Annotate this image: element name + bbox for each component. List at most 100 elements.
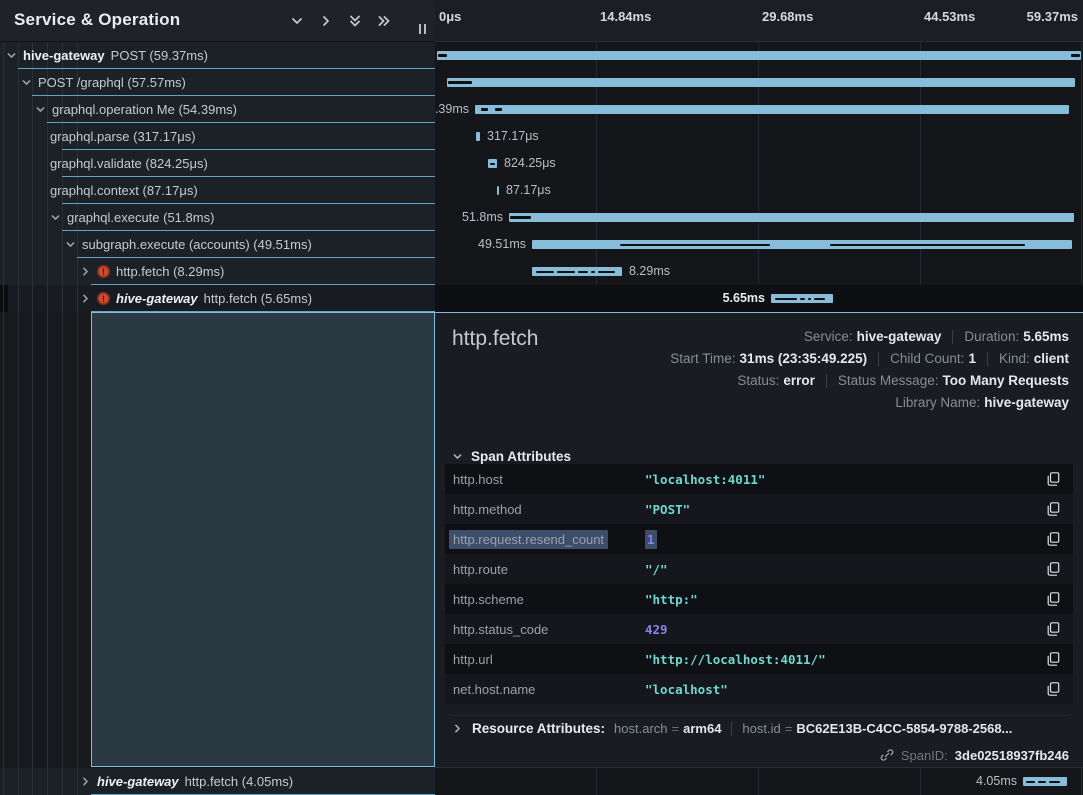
- double-chevron-right-icon[interactable]: [377, 14, 391, 28]
- meta-value: hive-gateway: [984, 395, 1069, 410]
- attribute-key: http.scheme: [453, 592, 524, 607]
- indent-guide: [47, 42, 48, 795]
- span-row-subgraph-execute-accounts-49-51ms[interactable]: subgraph.execute (accounts) (49.51ms): [0, 231, 435, 258]
- copy-icon[interactable]: [1047, 562, 1060, 576]
- attribute-row-http-route[interactable]: http.route"/": [445, 554, 1073, 584]
- span-bar[interactable]: [437, 51, 1081, 60]
- span-row-graphql-validate-824-25-s[interactable]: graphql.validate (824.25μs): [0, 150, 435, 177]
- copy-icon[interactable]: [1047, 682, 1060, 696]
- child-span-mark: [598, 271, 615, 273]
- waterfall-row-post-graphql-57-57ms[interactable]: [435, 69, 1083, 96]
- span-bar[interactable]: [532, 240, 1072, 249]
- span-id-footer: SpanID: 3de02518937fb246: [880, 742, 1069, 768]
- child-span-mark: [448, 81, 472, 84]
- span-duration-label: 49.51ms: [478, 231, 526, 258]
- span-row-hive-gateway-http-fetch-4-05ms[interactable]: hive-gatewayhttp.fetch (4.05ms): [0, 768, 435, 795]
- child-span-mark: [557, 271, 575, 273]
- span-bar[interactable]: [771, 294, 833, 303]
- waterfall-row-subgraph-execute-accounts-49-51ms[interactable]: 49.51ms: [435, 231, 1083, 258]
- resource-attributes-items: host.arch=arm64host.id=BC62E13B-C4CC-585…: [614, 720, 1012, 738]
- span-service-name: hive-gateway: [116, 291, 198, 306]
- waterfall-row-http-fetch-5-65ms[interactable]: 5.65ms: [435, 285, 1083, 312]
- span-duration-label: 51.8ms: [462, 204, 503, 231]
- waterfall-row-graphql-operation-me-54-39ms[interactable]: 54.39ms: [435, 96, 1083, 123]
- attribute-row-http-scheme[interactable]: http.scheme"http:": [445, 584, 1073, 614]
- copy-icon[interactable]: [1047, 502, 1060, 516]
- waterfall-row-graphql-execute-51-8ms[interactable]: 51.8ms: [435, 204, 1083, 231]
- span-row-hive-gateway-post-59-37ms[interactable]: hive-gatewayPOST (59.37ms): [0, 42, 435, 69]
- copy-icon[interactable]: [1047, 622, 1060, 636]
- waterfall-row-graphql-context-87-17-s[interactable]: 87.17μs: [435, 177, 1083, 204]
- span-row-graphql-parse-317-17-s[interactable]: graphql.parse (317.17μs): [0, 123, 435, 150]
- span-row-graphql-context-87-17-s[interactable]: graphql.context (87.17μs): [0, 177, 435, 204]
- attribute-row-http-method[interactable]: http.method"POST": [445, 494, 1073, 524]
- span-row-hive-gateway-http-fetch-5-65ms[interactable]: !hive-gatewayhttp.fetch (5.65ms): [0, 285, 435, 312]
- attribute-row-http-url[interactable]: http.url"http://localhost:4011/": [445, 644, 1073, 674]
- waterfall-row-post-59-37ms[interactable]: [435, 42, 1083, 69]
- copy-icon[interactable]: [1047, 652, 1060, 666]
- span-bar[interactable]: [497, 186, 499, 195]
- span-duration-label: 87.17μs: [506, 177, 551, 204]
- chevron-down-icon[interactable]: [290, 14, 304, 28]
- chevron-right-icon[interactable]: [319, 14, 333, 28]
- span-bar[interactable]: [475, 105, 1069, 114]
- error-icon: !: [97, 292, 110, 305]
- waterfall-row-graphql-parse-317-17-s[interactable]: 317.17μs: [435, 123, 1083, 150]
- meta-label: Service:: [804, 329, 853, 344]
- row-divider: [32, 95, 435, 96]
- span-bar[interactable]: [447, 78, 1075, 87]
- chevron-right-icon[interactable]: [80, 293, 91, 304]
- attribute-row-http-host[interactable]: http.host"localhost:4011": [445, 464, 1073, 494]
- span-bar[interactable]: [488, 159, 497, 168]
- waterfall-row-http-fetch-4-05ms[interactable]: 4.05ms: [435, 768, 1083, 795]
- chevron-right-icon[interactable]: [80, 776, 91, 787]
- row-divider: [91, 284, 435, 285]
- attribute-row-http-status-code[interactable]: http.status_code429: [445, 614, 1073, 644]
- indent-guide: [18, 42, 19, 795]
- resource-attributes-title: Resource Attributes:: [472, 721, 605, 736]
- row-divider: [77, 257, 435, 258]
- chevron-down-icon[interactable]: [35, 104, 46, 115]
- attribute-row-http-request-resend-count[interactable]: http.request.resend_count1: [445, 524, 1073, 554]
- equals-sign: =: [672, 721, 680, 736]
- chevron-right-icon[interactable]: [80, 266, 91, 277]
- span-bar[interactable]: [1023, 777, 1067, 786]
- chevron-down-icon[interactable]: [6, 50, 17, 61]
- copy-icon[interactable]: [1047, 472, 1060, 486]
- span-row-graphql-operation-me-54-39ms[interactable]: graphql.operation Me (54.39ms): [0, 96, 435, 123]
- indent-guide: [3, 42, 4, 795]
- double-chevron-down-icon[interactable]: [348, 14, 362, 28]
- span-row-http-fetch-8-29ms[interactable]: !http.fetch (8.29ms): [0, 258, 435, 285]
- span-attributes-header[interactable]: Span Attributes: [452, 449, 571, 464]
- span-duration-label: 54.39ms: [435, 96, 469, 123]
- chevron-down-icon[interactable]: [65, 239, 76, 250]
- child-span-mark: [814, 298, 825, 300]
- span-bar[interactable]: [532, 267, 622, 276]
- attribute-row-net-host-name[interactable]: net.host.name"localhost": [445, 674, 1073, 704]
- span-operation-label: http.fetch (4.05ms): [185, 774, 293, 789]
- resource-attributes-row[interactable]: Resource Attributes: host.arch=arm64host…: [452, 715, 1069, 741]
- span-bar[interactable]: [476, 132, 480, 141]
- child-span-mark: [510, 216, 531, 219]
- chevron-down-icon[interactable]: [21, 77, 32, 88]
- span-duration-label: 4.05ms: [976, 768, 1017, 795]
- link-icon[interactable]: [880, 748, 894, 762]
- attribute-value: "/": [645, 562, 668, 577]
- child-span-mark: [800, 298, 805, 300]
- meta-label: Status Message:: [838, 373, 939, 388]
- span-operation-label: graphql.operation Me (54.39ms): [52, 102, 237, 117]
- span-bar[interactable]: [509, 213, 1074, 222]
- attribute-key: net.host.name: [453, 682, 535, 697]
- waterfall-row-graphql-validate-824-25-s[interactable]: 824.25μs: [435, 150, 1083, 177]
- panel-resize-handle[interactable]: [419, 24, 426, 34]
- copy-icon[interactable]: [1047, 532, 1060, 546]
- span-row-post-graphql-57-57ms[interactable]: POST /graphql (57.57ms): [0, 69, 435, 96]
- waterfall-row-http-fetch-8-29ms[interactable]: 8.29ms: [435, 258, 1083, 285]
- meta-separator: [731, 722, 732, 736]
- meta-separator: [952, 330, 953, 344]
- meta-label: Duration:: [964, 329, 1019, 344]
- copy-icon[interactable]: [1047, 592, 1060, 606]
- chevron-down-icon[interactable]: [50, 212, 61, 223]
- span-row-graphql-execute-51-8ms[interactable]: graphql.execute (51.8ms): [0, 204, 435, 231]
- timeline-tick: 0μs: [439, 9, 461, 24]
